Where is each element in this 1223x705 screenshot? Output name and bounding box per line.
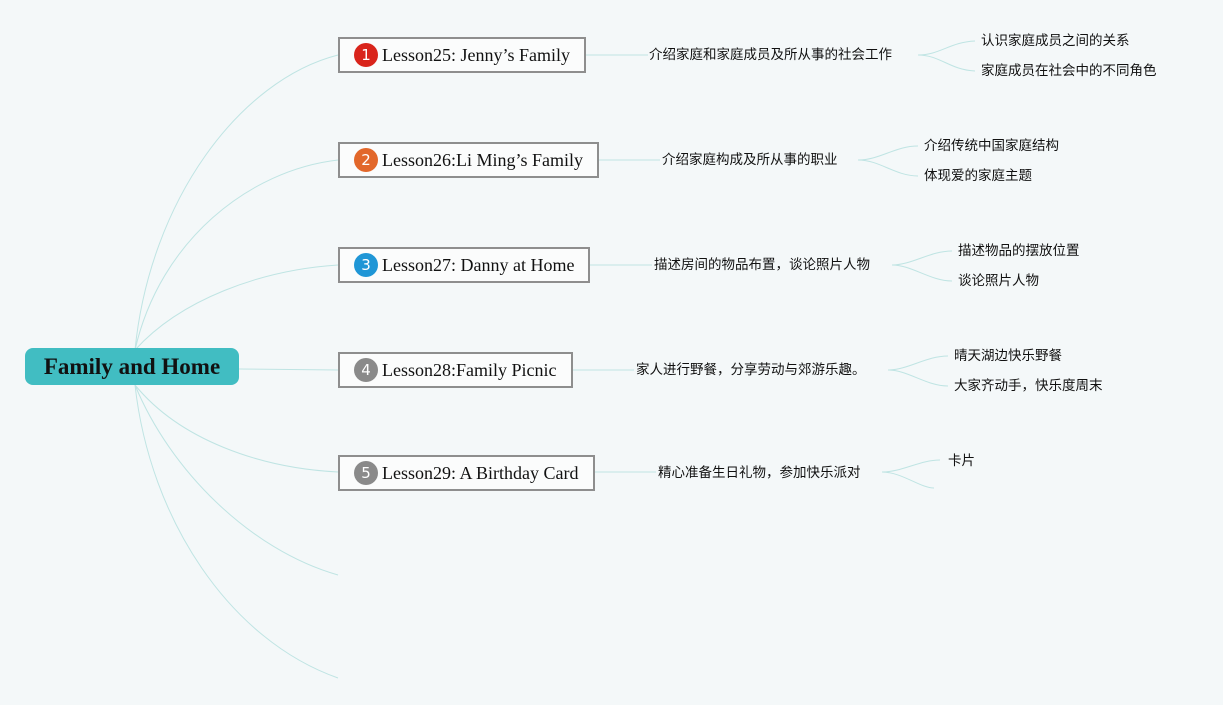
lesson-summary-29[interactable]: 精心准备生日礼物，参加快乐派对 [658, 464, 861, 482]
lesson-detail-26-1[interactable]: 介绍传统中国家庭结构 [924, 137, 1059, 155]
link-root-empty-6 [134, 384, 339, 576]
lesson-node-27[interactable]: 3 Lesson27: Danny at Home [338, 247, 591, 283]
lesson-detail-28-1[interactable]: 晴天湖边快乐野餐 [954, 347, 1062, 365]
lesson-title: Lesson25: Jenny’s Family [382, 44, 570, 65]
lesson-detail-27-2[interactable]: 谈论照片人物 [958, 272, 1039, 290]
lesson-summary-26[interactable]: 介绍家庭构成及所从事的职业 [662, 151, 838, 169]
link-summary-1-detail-1 [917, 40, 976, 56]
link-summary-4-detail-2 [887, 369, 949, 387]
link-summary-3-detail-1 [891, 250, 953, 266]
lesson-node-26[interactable]: 2 Lesson26:Li Ming’s Family [338, 142, 600, 178]
lesson-node-28[interactable]: 4 Lesson28:Family Picnic [338, 352, 573, 388]
link-summary-1-detail-2 [917, 54, 976, 72]
link-root-lesson-3 [134, 264, 339, 351]
link-root-empty-7 [134, 384, 339, 679]
lesson-title: Lesson29: A Birthday Card [382, 462, 579, 483]
lesson-summary-25[interactable]: 介绍家庭和家庭成员及所从事的社会工作 [649, 46, 892, 64]
link-summary-5-detail-1 [881, 459, 941, 473]
link-root-lesson-2 [134, 159, 339, 351]
lesson-summary-28[interactable]: 家人进行野餐，分享劳动与郊游乐趣。 [636, 361, 866, 379]
lesson-detail-29-1[interactable]: 卡片 [948, 452, 975, 470]
lesson-detail-25-2[interactable]: 家庭成员在社会中的不同角色 [981, 62, 1157, 80]
link-root-lesson-5 [134, 384, 339, 473]
number-badge-2: 2 [354, 148, 378, 172]
lesson-title: Lesson26:Li Ming’s Family [382, 149, 584, 170]
lesson-node-29[interactable]: 5 Lesson29: A Birthday Card [338, 455, 595, 491]
link-root-lesson-1 [134, 54, 339, 351]
lesson-detail-25-1[interactable]: 认识家庭成员之间的关系 [981, 32, 1130, 50]
mind-map-canvas: Family and Home 1 Lesson25: Jenny’s Fami… [0, 0, 1223, 705]
lesson-title: Lesson28:Family Picnic [382, 359, 557, 380]
lesson-summary-27[interactable]: 描述房间的物品布置，谈论照片人物 [654, 256, 870, 274]
lesson-title: Lesson27: Danny at Home [382, 254, 575, 275]
link-summary-2-detail-1 [857, 145, 919, 161]
lesson-detail-26-2[interactable]: 体现爱的家庭主题 [924, 167, 1032, 185]
link-root-lesson-4 [238, 368, 339, 371]
link-summary-2-detail-2 [857, 159, 919, 177]
number-badge-1: 1 [354, 43, 378, 67]
number-badge-4: 4 [354, 358, 378, 382]
link-summary-5-detail-2 [881, 471, 935, 489]
lesson-node-25[interactable]: 1 Lesson25: Jenny’s Family [338, 37, 586, 73]
lesson-detail-27-1[interactable]: 描述物品的摆放位置 [958, 242, 1080, 260]
central-topic[interactable]: Family and Home [25, 348, 239, 385]
link-summary-4-detail-1 [887, 355, 949, 371]
number-badge-3: 3 [354, 253, 378, 277]
lesson-detail-28-2[interactable]: 大家齐动手，快乐度周末 [954, 377, 1103, 395]
number-badge-5: 5 [354, 461, 378, 485]
link-summary-3-detail-2 [891, 264, 953, 282]
